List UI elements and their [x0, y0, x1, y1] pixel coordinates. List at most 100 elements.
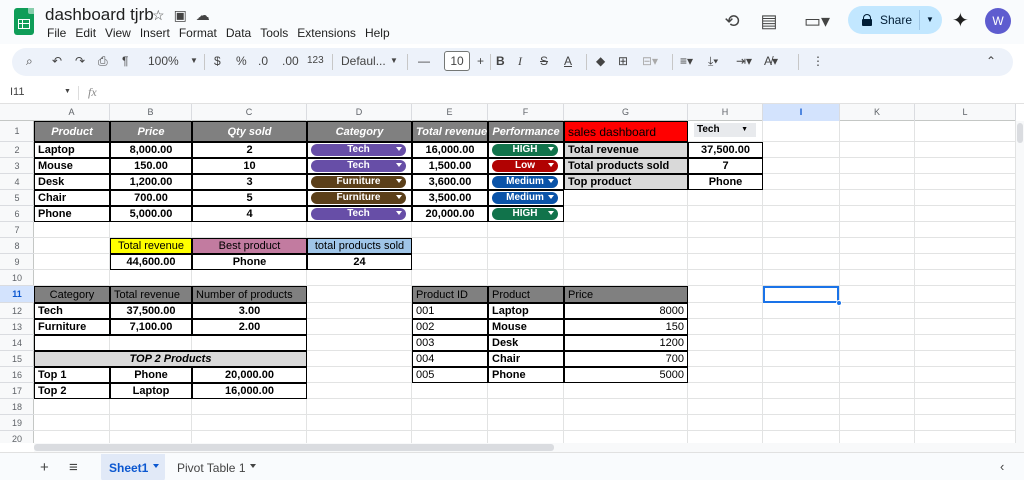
category-chip[interactable]: Furniture	[311, 176, 406, 188]
column-header-h[interactable]: H	[688, 104, 763, 121]
dashboard-value[interactable]: 37,500.00	[688, 142, 763, 158]
header-cell[interactable]: Price	[110, 121, 192, 142]
fill-handle[interactable]	[836, 300, 842, 306]
summary-value[interactable]: 24	[307, 254, 412, 270]
products-cell[interactable]: 5000	[564, 367, 688, 383]
chevron-down-icon[interactable]	[548, 211, 554, 215]
row-header-7[interactable]: 7	[0, 222, 34, 238]
top2-cell[interactable]: 20,000.00	[192, 367, 307, 383]
pivot-header[interactable]: Total revenue	[110, 286, 192, 303]
print-icon[interactable]: ⎙	[98, 54, 108, 69]
table-cell[interactable]: 1,500.00	[412, 158, 488, 174]
header-cell[interactable]: Product	[34, 121, 110, 142]
products-cell[interactable]: 8000	[564, 303, 688, 319]
gemini-icon[interactable]: ✦	[952, 8, 969, 33]
summary-header[interactable]: Best product	[192, 238, 307, 254]
text-wrapping-icon[interactable]: ⇥▾	[736, 54, 752, 68]
dashboard-value[interactable]: 7	[688, 158, 763, 174]
chevron-down-icon[interactable]	[396, 179, 402, 183]
zoom-dropdown-icon[interactable]: ▼	[190, 56, 198, 65]
sheets-logo-icon[interactable]	[14, 8, 34, 35]
header-cell[interactable]: Total revenue	[412, 121, 488, 142]
chevron-down-icon[interactable]	[396, 163, 402, 167]
meet-icon[interactable]: ▭▾	[800, 10, 834, 32]
menu-file[interactable]: File	[47, 26, 66, 40]
row-header-11[interactable]: 11	[0, 286, 34, 303]
products-cell[interactable]: Mouse	[488, 319, 564, 335]
history-icon[interactable]: ⟲	[721, 10, 743, 32]
comments-icon[interactable]: ▤	[758, 10, 780, 32]
chevron-down-icon[interactable]	[396, 211, 402, 215]
column-header-d[interactable]: D	[307, 104, 412, 121]
table-cell[interactable]: 3,600.00	[412, 174, 488, 190]
sidebar-collapse-icon[interactable]: ‹	[1000, 459, 1004, 474]
dashboard-label[interactable]: Top product	[564, 174, 688, 190]
pivot-cell[interactable]: 2.00	[192, 319, 307, 335]
top2-cell[interactable]: 16,000.00	[192, 383, 307, 399]
font-size-decrease-button[interactable]: —	[418, 54, 430, 68]
performance-chip[interactable]: Low	[492, 160, 558, 172]
vertical-scrollbar[interactable]	[1016, 121, 1024, 443]
table-cell[interactable]: 8,000.00	[110, 142, 192, 158]
share-button[interactable]: Share ▼	[848, 6, 942, 34]
column-header-a[interactable]: A	[34, 104, 110, 121]
chevron-down-icon[interactable]	[396, 147, 402, 151]
column-header-i[interactable]: I	[763, 104, 840, 121]
table-cell[interactable]: Desk	[34, 174, 110, 190]
row-header-18[interactable]: 18	[0, 399, 34, 415]
chevron-down-icon[interactable]	[153, 464, 159, 468]
column-header-c[interactable]: C	[192, 104, 307, 121]
chevron-down-icon[interactable]	[548, 147, 554, 151]
table-cell[interactable]: 1,200.00	[110, 174, 192, 190]
top2-cell[interactable]: Phone	[110, 367, 192, 383]
category-chip[interactable]: Tech	[311, 144, 406, 156]
products-cell[interactable]: 005	[412, 367, 488, 383]
top2-title[interactable]: TOP 2 Products	[34, 351, 307, 367]
number-format-button[interactable]: 123	[307, 55, 324, 66]
star-icon[interactable]: ☆	[152, 7, 165, 24]
category-chip[interactable]: Furniture	[311, 192, 406, 204]
row-header-15[interactable]: 15	[0, 351, 34, 367]
pivot-cell[interactable]: 37,500.00	[110, 303, 192, 319]
menu-edit[interactable]: Edit	[75, 26, 96, 40]
menu-data[interactable]: Data	[226, 26, 251, 40]
table-cell[interactable]: Chair	[34, 190, 110, 206]
row-header-13[interactable]: 13	[0, 319, 34, 335]
top2-cell[interactable]: Top 1	[34, 367, 110, 383]
vertical-align-icon[interactable]: ⤓▾	[708, 54, 718, 69]
italic-button[interactable]: I	[518, 54, 522, 69]
row-header-4[interactable]: 4	[0, 174, 34, 190]
row-header-14[interactable]: 14	[0, 335, 34, 351]
horizontal-align-icon[interactable]: ≡▾	[680, 54, 693, 68]
products-cell[interactable]: 004	[412, 351, 488, 367]
summary-value[interactable]: 44,600.00	[110, 254, 192, 270]
category-chip[interactable]: Tech	[311, 208, 406, 220]
category-filter-dropdown[interactable]: Tech ▼	[694, 123, 756, 137]
row-header-9[interactable]: 9	[0, 254, 34, 270]
row-header-2[interactable]: 2	[0, 142, 34, 158]
menu-tools[interactable]: Tools	[260, 26, 288, 40]
chevron-down-icon[interactable]: ▼	[741, 123, 748, 137]
products-cell[interactable]: Phone	[488, 367, 564, 383]
share-dropdown-icon[interactable]: ▼	[926, 15, 934, 24]
table-cell[interactable]: 10	[192, 158, 307, 174]
column-header-e[interactable]: E	[412, 104, 488, 121]
products-cell[interactable]: 003	[412, 335, 488, 351]
menu-extensions[interactable]: Extensions	[297, 26, 356, 40]
increase-decimal-button[interactable]: .00	[282, 54, 299, 68]
percent-button[interactable]: %	[236, 54, 247, 68]
chevron-down-icon[interactable]	[250, 464, 256, 468]
row-header-1[interactable]: 1	[0, 121, 34, 142]
column-header-g[interactable]: G	[564, 104, 688, 121]
horizontal-scrollbar[interactable]	[34, 443, 1024, 452]
pivot-cell[interactable]: Tech	[34, 303, 110, 319]
products-cell[interactable]: Chair	[488, 351, 564, 367]
products-cell[interactable]: Laptop	[488, 303, 564, 319]
spreadsheet-grid[interactable]: ABCDEFGHIKL 1 2 3 4 5 6 7 8 9 10 11 12 13 14 15 16 17 18 1…	[0, 104, 1016, 443]
pivot-cell[interactable]: 7,100.00	[110, 319, 192, 335]
row-header-10[interactable]: 10	[0, 270, 34, 286]
search-menus-icon[interactable]: ⌕	[26, 54, 33, 69]
dashboard-label[interactable]: Total products sold	[564, 158, 688, 174]
name-box[interactable]: I11	[10, 86, 24, 98]
font-select[interactable]: Defaul...	[341, 54, 386, 68]
